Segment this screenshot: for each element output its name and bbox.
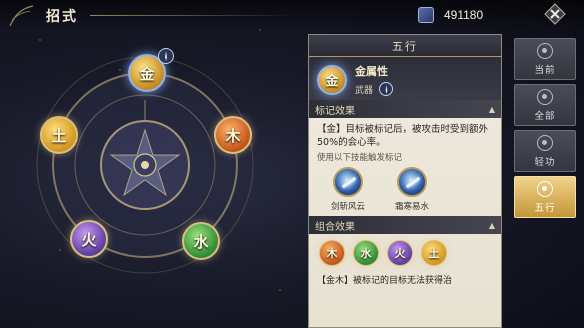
tab-five-elements[interactable]: 五行 [514, 176, 576, 218]
currency-value: 491180 [444, 8, 484, 22]
element-wood[interactable]: 木 [214, 116, 252, 154]
panel-title: 五行 [309, 35, 501, 57]
tab-label: 轻功 [534, 156, 556, 168]
element-wood-label: 木 [225, 126, 241, 145]
book-icon [418, 7, 434, 23]
attribute-icon: 金 [317, 64, 347, 95]
combo-element-label: 木 [326, 247, 338, 260]
close-icon [544, 3, 566, 25]
swirl-icon [537, 42, 553, 59]
combo-element-label: 土 [428, 247, 440, 260]
collapse-caret-icon: ▲ [488, 220, 495, 230]
combo-description: 【金木】被标记的目标无法获得治 [317, 276, 453, 286]
ornament-icon [9, 5, 34, 27]
tab-label: 当前 [534, 64, 556, 76]
figure-icon [537, 180, 553, 197]
five-elements-wheel: 金 木 水 火 土 [30, 40, 280, 300]
skill-item[interactable]: 霜寒易水 [387, 167, 437, 212]
attribute-row: 金 金属性 武器 [309, 57, 501, 100]
combo-element-wood[interactable]: 木 [319, 240, 345, 266]
mark-note: 使用以下技能触发标记 [317, 153, 403, 163]
tab-qinggong[interactable]: 轻功 [514, 130, 576, 172]
element-gold-label: 金 [139, 64, 155, 83]
combo-elements: 木 水 火 土 [309, 234, 501, 270]
side-tabs: 当前 全部 轻功 五行 [514, 38, 576, 222]
sword-icon [158, 48, 174, 64]
combo-section-title: 组合效果 [315, 221, 355, 233]
five-elements-panel: 五行 金 金属性 武器 标记效果 ▲ 【金】目标被标记后，被攻击时受到额外50%… [308, 34, 502, 328]
combo-element-fire[interactable]: 火 [387, 240, 413, 266]
combo-element-label: 火 [394, 247, 406, 260]
figure-icon [537, 134, 553, 151]
element-earth-label: 土 [51, 126, 67, 145]
attribute-type: 武器 [355, 85, 374, 96]
tab-label: 全部 [534, 110, 556, 122]
attribute-icon-label: 金 [325, 74, 339, 89]
close-button[interactable] [541, 3, 569, 25]
skill-label: 霜寒易水 [394, 202, 429, 212]
skill-list: 剑斩风云 霜寒易水 [309, 163, 501, 216]
skill-blade-icon [333, 167, 363, 197]
element-fire-label: 火 [81, 230, 97, 249]
element-fire[interactable]: 火 [70, 220, 108, 258]
collapse-caret-icon: ▲ [488, 104, 495, 114]
tab-label: 五行 [534, 202, 556, 214]
skill-label: 剑斩风云 [330, 202, 365, 212]
skill-frost-icon [397, 167, 427, 197]
tab-all[interactable]: 全部 [514, 84, 576, 126]
top-bar: 招式 491180 [0, 0, 584, 30]
mark-description: 【金】目标被标记后，被攻击时受到额外50%的会心率。 [317, 124, 489, 148]
sword-icon [379, 82, 394, 96]
tab-current[interactable]: 当前 [514, 38, 576, 80]
element-earth[interactable]: 土 [40, 116, 78, 154]
mark-section-header[interactable]: 标记效果 ▲ [309, 100, 501, 118]
skill-item[interactable]: 剑斩风云 [323, 167, 373, 212]
element-water[interactable]: 水 [182, 222, 220, 260]
attribute-name: 金属性 [355, 65, 388, 78]
title-divider [90, 15, 300, 16]
element-water-label: 水 [193, 232, 209, 251]
mark-section-title: 标记效果 [315, 105, 355, 117]
currency-display: 491180 [418, 6, 528, 24]
page-title: 招式 [46, 9, 78, 25]
combo-element-earth[interactable]: 土 [421, 240, 447, 266]
swirl-icon [537, 88, 553, 105]
combo-element-label: 水 [360, 247, 372, 260]
combo-section-header[interactable]: 组合效果 ▲ [309, 216, 501, 234]
combo-element-water[interactable]: 水 [353, 240, 379, 266]
